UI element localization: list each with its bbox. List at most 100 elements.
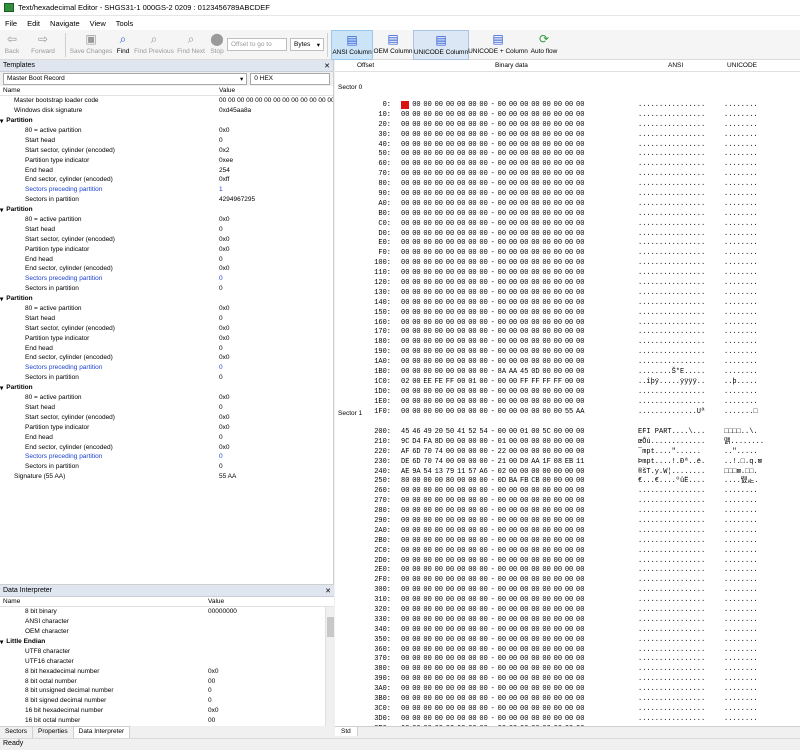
table-row[interactable]: ▾ Little Endian xyxy=(0,637,334,647)
hex-value-input[interactable]: 0 HEX xyxy=(250,73,330,85)
table-row[interactable]: Partition type indicator 0xee xyxy=(0,155,333,165)
hex-line[interactable]: 280: 00 00 00 00 00 00 00 00 - 00 00 00 0… xyxy=(335,507,800,517)
table-row[interactable]: End head 0 xyxy=(0,254,333,264)
hex-line[interactable]: 60: 00 00 00 00 00 00 00 00 - 00 00 00 00… xyxy=(335,160,800,170)
hex-line[interactable]: 3C0: 00 00 00 00 00 00 00 00 - 00 00 00 0… xyxy=(335,705,800,715)
table-row[interactable]: Partition type indicator 0x0 xyxy=(0,333,333,343)
menu-tools[interactable]: Tools xyxy=(111,19,139,28)
hex-line[interactable]: 200: 45 46 49 20 50 41 52 54 - 00 00 01 0… xyxy=(335,428,800,438)
hex-line[interactable]: 2B0: 00 00 00 00 00 00 00 00 - 00 00 00 0… xyxy=(335,537,800,547)
hex-line[interactable]: 3B0: 00 00 00 00 00 00 00 00 - 00 00 00 0… xyxy=(335,695,800,705)
table-row[interactable]: Start head 0 xyxy=(0,135,333,145)
scrollbar-thumb[interactable] xyxy=(327,617,334,637)
hex-line[interactable]: 120: 00 00 00 00 00 00 00 00 - 00 00 00 0… xyxy=(335,279,800,289)
table-row[interactable]: Start sector, cylinder (encoded) 0x2 xyxy=(0,145,333,155)
hex-line[interactable]: 130: 00 00 00 00 00 00 00 00 - 00 00 00 0… xyxy=(335,289,800,299)
hex-line[interactable]: 1E0: 00 00 00 00 00 00 00 00 - 00 00 00 0… xyxy=(335,398,800,408)
table-row[interactable]: ANSI character xyxy=(0,617,334,627)
table-row[interactable]: 80 = active partition 0x0 xyxy=(0,215,333,225)
tab-properties[interactable]: Properties xyxy=(33,726,74,738)
table-row[interactable]: OEM character xyxy=(0,627,334,637)
hex-line[interactable]: 210: 9C D4 FA 8D 00 00 00 00 - 01 00 00 0… xyxy=(335,438,800,448)
table-row[interactable]: Start head 0 xyxy=(0,224,333,234)
tab-sectors[interactable]: Sectors xyxy=(0,726,34,738)
hex-line[interactable]: 380: 00 00 00 00 00 00 00 00 - 00 00 00 0… xyxy=(335,665,800,675)
oem-column-button[interactable]: ▤ OEM Column xyxy=(373,30,413,60)
table-row[interactable]: Sectors in partition 0 xyxy=(0,462,333,472)
table-row[interactable]: Windows disk signature 0xd45aa8a xyxy=(0,106,333,116)
table-row[interactable]: End sector, cylinder (encoded) 0x0 xyxy=(0,353,333,363)
hex-line[interactable]: 0: 00 00 00 00 00 00 00 00 - 00 00 00 00 … xyxy=(335,101,800,111)
close-icon[interactable]: ✕ xyxy=(325,587,331,595)
table-row[interactable]: 8 bit hexadecimal number 0x0 xyxy=(0,666,334,676)
hex-line[interactable]: 190: 00 00 00 00 00 00 00 00 - 00 00 00 0… xyxy=(335,348,800,358)
table-row[interactable]: 8 bit unsigned decimal number 0 xyxy=(0,686,334,696)
interpreter-scrollbar[interactable] xyxy=(325,607,334,728)
hex-line[interactable]: 100: 00 00 00 00 00 00 00 00 - 00 00 00 0… xyxy=(335,259,800,269)
hex-line[interactable]: 30: 00 00 00 00 00 00 00 00 - 00 00 00 00… xyxy=(335,131,800,141)
hex-line[interactable]: 70: 00 00 00 00 00 00 00 00 - 00 00 00 00… xyxy=(335,170,800,180)
hex-line[interactable]: 90: 00 00 00 00 00 00 00 00 - 00 00 00 00… xyxy=(335,190,800,200)
hex-line[interactable]: 340: 00 00 00 00 00 00 00 00 - 00 00 00 0… xyxy=(335,626,800,636)
hex-line[interactable]: 1C0: 02 00 EE FE FF 00 01 00 - 00 00 FF F… xyxy=(335,378,800,388)
hex-line[interactable]: 230: DE 6D 70 74 00 00 00 00 - 21 00 D0 A… xyxy=(335,458,800,468)
hex-line[interactable]: 2C0: 00 00 00 00 00 00 00 00 - 00 00 00 0… xyxy=(335,547,800,557)
menu-view[interactable]: View xyxy=(85,19,111,28)
hex-line[interactable]: 170: 00 00 00 00 00 00 00 00 - 00 00 00 0… xyxy=(335,328,800,338)
table-row[interactable]: 80 = active partition 0x0 xyxy=(0,393,333,403)
table-row[interactable]: 80 = active partition 0x0 xyxy=(0,126,333,136)
hex-line[interactable]: 2A0: 00 00 00 00 00 00 00 00 - 00 00 00 0… xyxy=(335,527,800,537)
save-changes-button[interactable]: ▣ Save Changes xyxy=(69,30,113,60)
hex-line[interactable]: 260: 00 00 00 00 00 00 00 00 - 00 00 00 0… xyxy=(335,487,800,497)
auto-flow-button[interactable]: ⟳ Auto flow xyxy=(527,30,561,60)
forward-button[interactable]: ⇨ Forward xyxy=(24,30,62,60)
table-row[interactable]: 8 bit signed decimal number 0 xyxy=(0,696,334,706)
ansi-column-button[interactable]: ▤ ANSI Column xyxy=(331,30,373,60)
hex-line[interactable]: 180: 00 00 00 00 00 00 00 00 - 00 00 00 0… xyxy=(335,338,800,348)
hex-line[interactable]: 370: 00 00 00 00 00 00 00 00 - 00 00 00 0… xyxy=(335,655,800,665)
bytes-select[interactable]: Bytes ▾ xyxy=(290,38,324,51)
table-row[interactable]: 8 bit octal number 00 xyxy=(0,676,334,686)
table-row[interactable]: End sector, cylinder (encoded) 0x0 xyxy=(0,264,333,274)
menu-navigate[interactable]: Navigate xyxy=(45,19,85,28)
table-row[interactable]: Sectors preceding partition 0 xyxy=(0,452,333,462)
hex-line[interactable]: 80: 00 00 00 00 00 00 00 00 - 00 00 00 00… xyxy=(335,180,800,190)
hex-line[interactable]: A0: 00 00 00 00 00 00 00 00 - 00 00 00 00… xyxy=(335,200,800,210)
table-row[interactable]: 80 = active partition 0x0 xyxy=(0,304,333,314)
table-row[interactable]: Sectors preceding partition 1 xyxy=(0,185,333,195)
hex-line[interactable]: 150: 00 00 00 00 00 00 00 00 - 00 00 00 0… xyxy=(335,309,800,319)
hex-line[interactable]: 3A0: 00 00 00 00 00 00 00 00 - 00 00 00 0… xyxy=(335,685,800,695)
hex-line[interactable]: 290: 00 00 00 00 00 00 00 00 - 00 00 00 0… xyxy=(335,517,800,527)
table-row[interactable]: ▾ Partition xyxy=(0,294,333,304)
hex-line[interactable]: 1B0: 00 00 00 00 00 00 00 00 - 8A AA 45 0… xyxy=(335,368,800,378)
find-previous-button[interactable]: ⌕ Find Previous xyxy=(133,30,175,60)
table-row[interactable]: UTF16 character xyxy=(0,656,334,666)
hex-line[interactable]: F0: 00 00 00 00 00 00 00 00 - 00 00 00 00… xyxy=(335,249,800,259)
find-next-button[interactable]: ⌕ Find Next xyxy=(175,30,207,60)
hex-line[interactable]: 390: 00 00 00 00 00 00 00 00 - 00 00 00 0… xyxy=(335,675,800,685)
table-row[interactable]: UTF8 character xyxy=(0,646,334,656)
hex-line[interactable]: 1F0: 00 00 00 00 00 00 00 00 - 00 00 00 0… xyxy=(335,408,800,418)
template-select[interactable]: Master Boot Record ▾ xyxy=(3,73,248,85)
offset-input[interactable]: Offset to go to xyxy=(227,38,287,51)
table-row[interactable]: Master bootstrap loader code 00 00 00 00 … xyxy=(0,96,333,106)
menu-edit[interactable]: Edit xyxy=(22,19,45,28)
table-row[interactable]: End head 0 xyxy=(0,343,333,353)
hex-line[interactable]: 1D0: 00 00 00 00 00 00 00 00 - 00 00 00 0… xyxy=(335,388,800,398)
table-row[interactable]: Start sector, cylinder (encoded) 0x0 xyxy=(0,323,333,333)
hex-line[interactable]: 40: 00 00 00 00 00 00 00 00 - 00 00 00 00… xyxy=(335,141,800,151)
stop-button[interactable]: ⬤ Stop xyxy=(207,30,227,60)
hex-line[interactable]: 270: 00 00 00 00 00 00 00 00 - 00 00 00 0… xyxy=(335,497,800,507)
table-row[interactable]: End head 0 xyxy=(0,432,333,442)
table-row[interactable]: Start sector, cylinder (encoded) 0x0 xyxy=(0,234,333,244)
table-row[interactable]: ▾ Partition xyxy=(0,116,333,126)
table-row[interactable]: End sector, cylinder (encoded) 0x0 xyxy=(0,442,333,452)
tab-data-interpreter[interactable]: Data Interpreter xyxy=(73,726,131,738)
tab-std[interactable]: Std xyxy=(335,727,358,736)
hex-line[interactable]: 20: 00 00 00 00 00 00 00 00 - 00 00 00 00… xyxy=(335,121,800,131)
hex-line[interactable]: E0: 00 00 00 00 00 00 00 00 - 00 00 00 00… xyxy=(335,239,800,249)
hex-line[interactable]: 1A0: 00 00 00 00 00 00 00 00 - 00 00 00 0… xyxy=(335,358,800,368)
hex-line[interactable]: 240: AE 9A 54 13 79 11 57 A6 - 02 00 00 0… xyxy=(335,468,800,478)
hex-line[interactable]: 2F0: 00 00 00 00 00 00 00 00 - 00 00 00 0… xyxy=(335,576,800,586)
unicode-column-button[interactable]: ▤ UNICODE Column xyxy=(413,30,469,60)
